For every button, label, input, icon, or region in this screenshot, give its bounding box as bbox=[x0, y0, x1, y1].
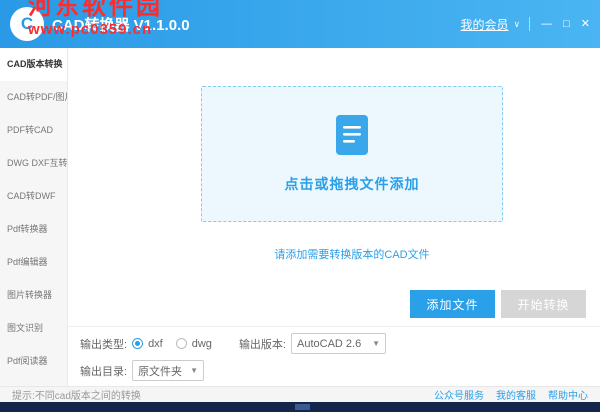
document-icon bbox=[334, 114, 370, 161]
start-convert-button[interactable]: 开始转换 bbox=[501, 290, 586, 318]
output-version-select[interactable]: AutoCAD 2.6 ▼ bbox=[291, 333, 386, 354]
output-dir-label: 输出目录: bbox=[80, 363, 127, 379]
radio-dxf-label[interactable]: dxf bbox=[148, 338, 163, 350]
status-bar: 提示:不同cad版本之间的转换 公众号服务 我的客服 帮助中心 bbox=[0, 386, 600, 402]
sidebar-item-cad-version-convert[interactable]: CAD版本转换 bbox=[0, 48, 67, 81]
main-panel: 点击或拖拽文件添加 请添加需要转换版本的CAD文件 添加文件 开始转换 输出类型… bbox=[68, 48, 600, 386]
sidebar-item-ocr[interactable]: 图文识别 bbox=[0, 312, 67, 345]
add-file-hint: 请添加需要转换版本的CAD文件 bbox=[201, 246, 503, 262]
header-divider bbox=[529, 17, 530, 31]
app-logo: C bbox=[10, 7, 44, 41]
output-section-divider bbox=[68, 326, 600, 327]
taskbar-item bbox=[295, 404, 310, 410]
radio-dwg-label[interactable]: dwg bbox=[192, 338, 212, 350]
my-membership-link[interactable]: 我的会员 bbox=[461, 16, 509, 33]
sidebar-item-pdf-to-cad[interactable]: PDF转CAD bbox=[0, 114, 67, 147]
add-files-button[interactable]: 添加文件 bbox=[410, 290, 495, 318]
sidebar-item-dwg-dxf-convert[interactable]: DWG DXF互转 bbox=[0, 147, 67, 180]
close-button[interactable]: ✕ bbox=[581, 19, 590, 30]
sidebar-item-pdf-reader[interactable]: Pdf阅读器 bbox=[0, 345, 67, 378]
sidebar-item-cad-to-dwf[interactable]: CAD转DWF bbox=[0, 180, 67, 213]
bottom-dark-bar bbox=[0, 402, 600, 412]
radio-dwg[interactable] bbox=[176, 338, 187, 349]
status-links: 公众号服务 我的客服 帮助中心 bbox=[434, 387, 588, 402]
output-dir-value: 原文件夹 bbox=[138, 363, 182, 379]
action-buttons: 添加文件 开始转换 bbox=[410, 290, 586, 318]
output-type-row: 输出类型: dxf dwg 输出版本: AutoCAD 2.6 ▼ bbox=[80, 333, 386, 354]
maximize-button[interactable]: □ bbox=[563, 19, 570, 30]
sidebar-item-pdf-converter[interactable]: Pdf转换器 bbox=[0, 213, 67, 246]
header-right: 我的会员 ∨ — □ ✕ bbox=[461, 16, 590, 33]
help-center-link[interactable]: 帮助中心 bbox=[548, 387, 588, 402]
output-type-label: 输出类型: bbox=[80, 336, 127, 352]
app-title: CAD转换器 V1.1.0.0 bbox=[52, 14, 190, 35]
title-bar: C CAD转换器 V1.1.0.0 我的会员 ∨ — □ ✕ bbox=[0, 0, 600, 48]
output-version-value: AutoCAD 2.6 bbox=[297, 338, 361, 350]
status-tip: 提示:不同cad版本之间的转换 bbox=[12, 387, 141, 402]
output-dir-select[interactable]: 原文件夹 ▼ bbox=[132, 360, 204, 381]
output-dir-row: 输出目录: 原文件夹 ▼ bbox=[80, 360, 204, 381]
customer-service-link[interactable]: 我的客服 bbox=[496, 387, 536, 402]
sidebar: CAD版本转换 CAD转PDF/图片 PDF转CAD DWG DXF互转 CAD… bbox=[0, 48, 68, 386]
sidebar-item-image-converter[interactable]: 图片转换器 bbox=[0, 279, 67, 312]
output-version-label: 输出版本: bbox=[239, 336, 286, 352]
caret-down-icon: ▼ bbox=[190, 366, 198, 375]
dropzone-text: 点击或拖拽文件添加 bbox=[285, 174, 420, 194]
minimize-button[interactable]: — bbox=[541, 19, 552, 30]
file-dropzone[interactable]: 点击或拖拽文件添加 bbox=[201, 86, 503, 222]
radio-dxf[interactable] bbox=[132, 338, 143, 349]
sidebar-item-cad-to-pdf-image[interactable]: CAD转PDF/图片 bbox=[0, 81, 67, 114]
caret-down-icon: ▼ bbox=[372, 339, 380, 348]
sidebar-item-pdf-editor[interactable]: Pdf编辑器 bbox=[0, 246, 67, 279]
official-account-link[interactable]: 公众号服务 bbox=[434, 387, 484, 402]
chevron-down-icon[interactable]: ∨ bbox=[514, 19, 521, 30]
